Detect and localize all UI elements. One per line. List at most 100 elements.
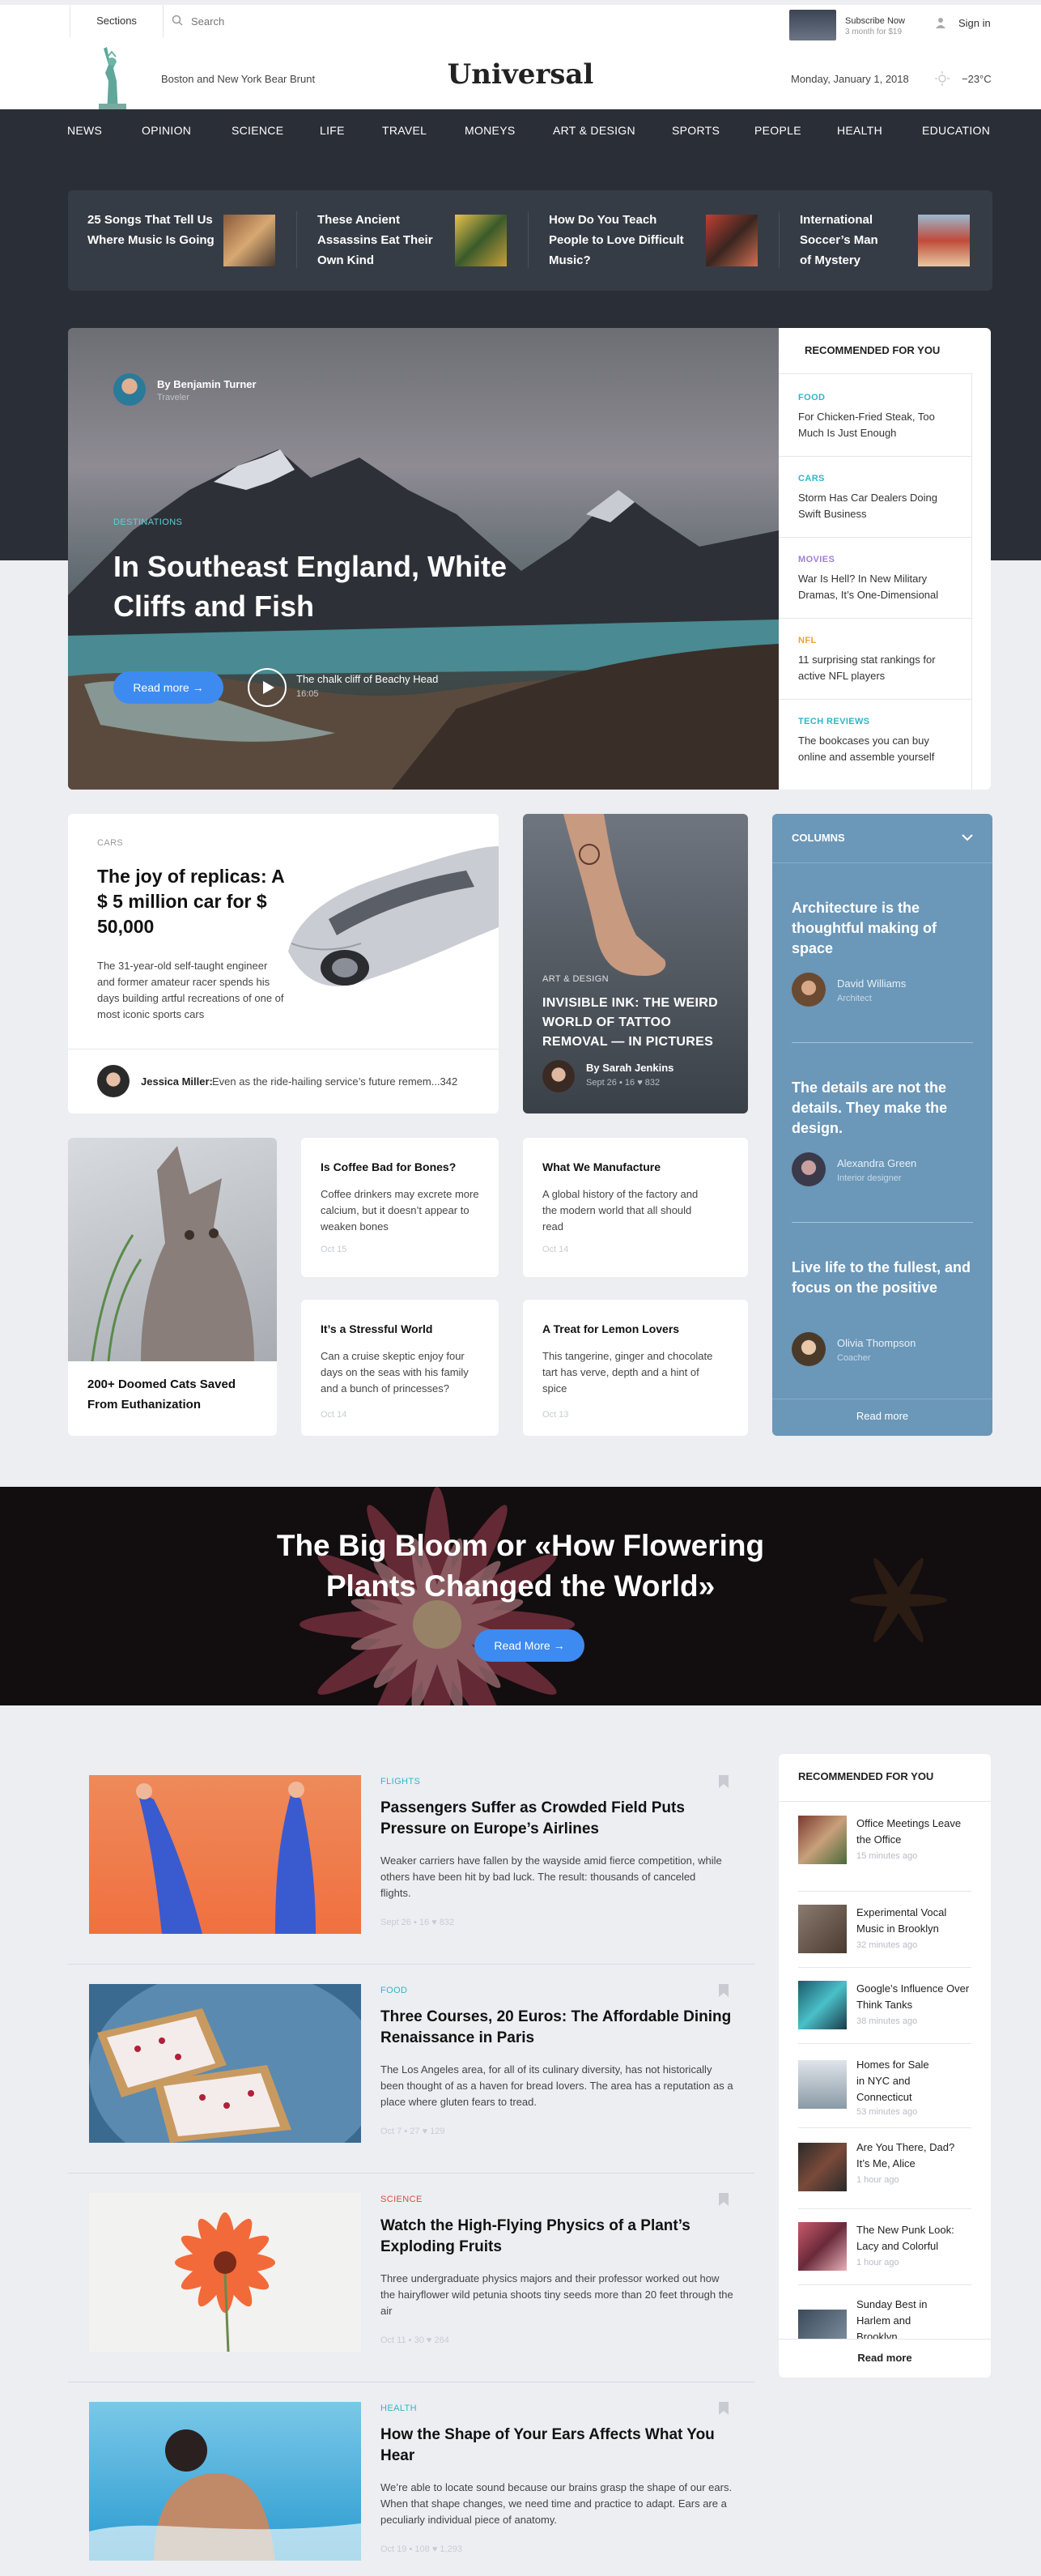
hero-author[interactable]: By Benjamin Turner xyxy=(157,378,257,390)
rec-item[interactable]: MOVIES War Is Hell? In New Military Dram… xyxy=(798,555,960,603)
mini-article-card[interactable]: What We Manufacture A global history of … xyxy=(523,1138,748,1277)
rec-side-thumb[interactable] xyxy=(798,2143,847,2191)
ticker-thumb-music[interactable] xyxy=(223,215,275,266)
rec-side-title-text[interactable]: Sunday Best in Harlem and Brooklyn xyxy=(856,2297,937,2339)
rec-text[interactable]: War Is Hell? In New Military Dramas, It’… xyxy=(798,571,960,603)
rec-side-title-text[interactable]: Homes for Sale in NYC and Connecticut xyxy=(856,2057,937,2106)
commenter-avatar[interactable] xyxy=(97,1065,130,1097)
search-icon[interactable] xyxy=(172,15,183,26)
rec-side-item[interactable]: Google’s Influence Over Think Tanks 38 m… xyxy=(798,1968,971,2044)
feed-title[interactable]: Watch the High-Flying Physics of a Plant… xyxy=(380,2216,720,2258)
ticker-thumb-stadium[interactable] xyxy=(918,215,970,266)
mini-title[interactable]: A Treat for Lemon Lovers xyxy=(542,1322,729,1335)
rec-side-thumb[interactable] xyxy=(798,1816,847,1864)
mini-title[interactable]: Is Coffee Bad for Bones? xyxy=(321,1160,482,1173)
columns-read-more-button[interactable]: Read more xyxy=(772,1410,992,1422)
bookmark-icon[interactable] xyxy=(719,2193,729,2206)
video-title[interactable]: The chalk cliff of Beachy Head xyxy=(296,673,438,685)
rec-side-item[interactable]: The New Punk Look: Lacy and Colorful 1 h… xyxy=(798,2209,971,2285)
column-title[interactable]: Live life to the fullest, and focus on t… xyxy=(792,1258,975,1298)
rec-side-thumb[interactable] xyxy=(798,2310,847,2339)
feed-title[interactable]: Passengers Suffer as Crowded Field Puts … xyxy=(380,1798,720,1840)
bookmark-icon[interactable] xyxy=(719,1984,729,1997)
rec-side-title-text[interactable]: Experimental Vocal Music in Brooklyn xyxy=(856,1905,970,1937)
hero-title[interactable]: In Southeast England, White Cliffs and F… xyxy=(113,547,567,626)
columnist-avatar[interactable] xyxy=(792,973,826,1007)
subscribe-title[interactable]: Subscribe Now xyxy=(845,16,905,26)
columnist-name[interactable]: David Williams xyxy=(837,977,906,990)
nav-moneys[interactable]: MONEYS xyxy=(465,124,515,137)
ticker-item[interactable]: These Ancient Assassins Eat Their Own Ki… xyxy=(317,210,447,270)
nav-news[interactable]: NEWS xyxy=(67,124,102,137)
cars-tag[interactable]: CARS xyxy=(97,838,123,848)
ink-author-avatar[interactable] xyxy=(542,1060,575,1092)
rec-side-thumb[interactable] xyxy=(798,1905,847,1953)
quote-author[interactable]: Jessica Miller: xyxy=(141,1075,213,1088)
mini-article-card[interactable]: A Treat for Lemon Lovers This tangerine,… xyxy=(523,1300,748,1436)
tattoo-article-card[interactable]: ART & DESIGN INVISIBLE INK: THE WEIRD WO… xyxy=(523,814,748,1113)
bookmark-icon[interactable] xyxy=(719,1775,729,1788)
nav-travel[interactable]: TRAVEL xyxy=(382,124,427,137)
cars-title[interactable]: The joy of replicas: A $ 5 million car f… xyxy=(97,864,287,939)
column-title[interactable]: The details are not the details. They ma… xyxy=(792,1078,975,1139)
rec-tag[interactable]: TECH REVIEWS xyxy=(798,717,960,726)
cat-image[interactable] xyxy=(68,1138,277,1361)
cats-article-card[interactable]: 200+ Doomed Cats Saved From Euthanizatio… xyxy=(68,1138,277,1436)
nav-science[interactable]: SCIENCE xyxy=(232,124,283,137)
subscribe-thumbnail[interactable] xyxy=(789,10,836,40)
rec-side-title-text[interactable]: Office Meetings Leave the Office xyxy=(856,1816,970,1848)
feed-item[interactable]: FOOD Three Courses, 20 Euros: The Afford… xyxy=(68,1965,754,2174)
feed-title[interactable]: How the Shape of Your Ears Affects What … xyxy=(380,2425,737,2467)
feed-image-swimmer[interactable] xyxy=(89,2402,361,2561)
bloom-banner[interactable]: The Big Bloom or «How Flowering Plants C… xyxy=(0,1487,1041,1705)
rec-side-item[interactable]: Homes for Sale in NYC and Connecticut 53… xyxy=(798,2044,971,2128)
feed-item[interactable]: FLIGHTS Passengers Suffer as Crowded Fie… xyxy=(68,1762,754,1965)
feed-tag[interactable]: HEALTH xyxy=(380,2404,417,2413)
user-icon[interactable] xyxy=(935,17,946,28)
hero-read-more-button[interactable]: Read more → xyxy=(113,671,223,704)
rec-side-thumb[interactable] xyxy=(798,2222,847,2271)
ticker-item[interactable]: How Do You Teach People to Love Difficul… xyxy=(549,210,695,270)
ticker-item[interactable]: 25 Songs That Tell Us Where Music Is Goi… xyxy=(87,210,217,250)
rec-side-item[interactable]: Office Meetings Leave the Office 15 minu… xyxy=(798,1816,971,1892)
ticker-item[interactable]: International Soccer’s Man of Mystery xyxy=(800,210,889,270)
rec-text[interactable]: For Chicken-Fried Steak, Too Much Is Jus… xyxy=(798,409,960,441)
nav-people[interactable]: PEOPLE xyxy=(754,124,801,137)
nav-life[interactable]: LIFE xyxy=(320,124,345,137)
nav-education[interactable]: EDUCATION xyxy=(922,124,990,137)
column-title[interactable]: Architecture is the thoughtful making of… xyxy=(792,898,970,959)
search-input[interactable] xyxy=(191,13,353,29)
ink-author[interactable]: By Sarah Jenkins xyxy=(586,1062,673,1074)
rec-side-title-text[interactable]: The New Punk Look: Lacy and Colorful xyxy=(856,2222,970,2255)
columnist-avatar[interactable] xyxy=(792,1152,826,1186)
feed-title[interactable]: Three Courses, 20 Euros: The Affordable … xyxy=(380,2007,737,2049)
ticker-thumb-portrait[interactable] xyxy=(706,215,758,266)
columnist-avatar[interactable] xyxy=(792,1332,826,1366)
rec-side-title-text[interactable]: Are You There, Dad? It’s Me, Alice xyxy=(856,2140,970,2172)
rec-tag[interactable]: MOVIES xyxy=(798,555,960,564)
columns-title[interactable]: COLUMNS xyxy=(792,832,845,844)
chevron-down-icon[interactable] xyxy=(962,833,973,841)
ticker-thumb-insect[interactable] xyxy=(455,215,507,266)
rec-side-thumb[interactable] xyxy=(798,2060,847,2109)
feed-image-flower[interactable] xyxy=(89,2193,361,2352)
ink-tag[interactable]: ART & DESIGN xyxy=(542,974,609,984)
columnist-name[interactable]: Olivia Thompson xyxy=(837,1337,916,1349)
author-avatar[interactable] xyxy=(113,373,146,406)
feed-image-flight[interactable] xyxy=(89,1775,361,1934)
rec-side-item[interactable]: Sunday Best in Harlem and Brooklyn xyxy=(798,2285,971,2339)
rec-item[interactable]: FOOD For Chicken-Fried Steak, Too Much I… xyxy=(798,393,960,441)
rec-item[interactable]: CARS Storm Has Car Dealers Doing Swift B… xyxy=(798,474,960,522)
nav-sports[interactable]: SPORTS xyxy=(672,124,720,137)
mini-article-card[interactable]: It’s a Stressful World Can a cruise skep… xyxy=(301,1300,499,1436)
ink-title[interactable]: INVISIBLE INK: THE WEIRD WORLD OF TATTOO… xyxy=(542,994,729,1052)
bloom-title[interactable]: The Big Bloom or «How Flowering Plants C… xyxy=(243,1526,798,1607)
rec-text[interactable]: Storm Has Car Dealers Doing Swift Busine… xyxy=(798,490,960,522)
nav-opinion[interactable]: OPINION xyxy=(142,124,191,137)
feed-item[interactable]: HEALTH How the Shape of Your Ears Affect… xyxy=(68,2382,754,2576)
nav-health[interactable]: HEALTH xyxy=(837,124,882,137)
rec-tag[interactable]: FOOD xyxy=(798,393,960,402)
scrollbar[interactable] xyxy=(971,373,991,790)
bookmark-icon[interactable] xyxy=(719,2402,729,2415)
cats-title[interactable]: 200+ Doomed Cats Saved From Euthanizatio… xyxy=(87,1374,257,1415)
